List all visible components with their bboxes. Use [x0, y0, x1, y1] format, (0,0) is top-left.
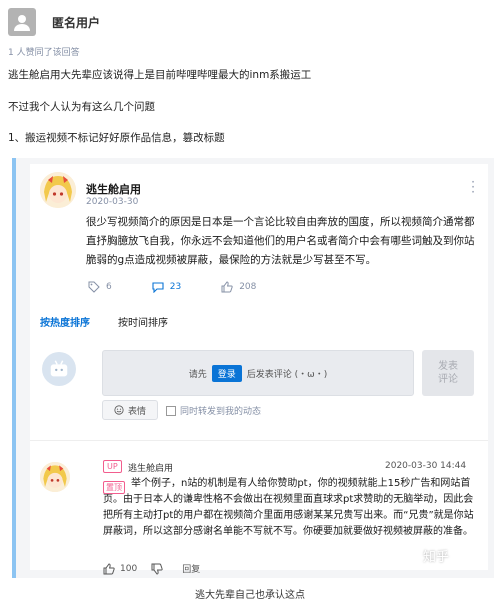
- thumbs-count: 100: [120, 563, 138, 574]
- thumbs-down-icon: [151, 563, 163, 575]
- zhihu-watermark: 知乎: [423, 550, 450, 565]
- user-silhouette-icon: [14, 15, 30, 31]
- repost-checkbox[interactable]: [166, 405, 176, 416]
- divider: [30, 440, 488, 441]
- upvote-count-line: 1 人赞同了该回答: [8, 48, 80, 58]
- thumbs-up-icon: [221, 281, 233, 293]
- comment-body: 很少写视频简介的原因是日本是一个言论比较自由奔放的国度，所以视频简介通常都直抒胸…: [86, 216, 475, 266]
- like-button[interactable]: 6: [88, 281, 112, 293]
- up-badge: UP: [103, 460, 122, 473]
- reply-button[interactable]: 23: [152, 281, 181, 293]
- reply-count: 23: [169, 282, 182, 292]
- post-button-line2: 评论: [438, 374, 458, 385]
- answer-paragraph: 逃生舱启用大先辈应该说得上是目前哔哩哔哩最大的inm系搬运工: [8, 69, 312, 81]
- login-prompt-prefix: 请先: [188, 369, 207, 380]
- comment-body: 举个例子，n站的机制是有人给你赞助pt，你的视频就能上15秒广告和网站首页。由于…: [103, 478, 474, 537]
- sort-tabs: 按热度排序 按时间排序: [40, 314, 196, 329]
- answer-paragraph: 不过我个人认为有这么几个问题: [8, 101, 155, 113]
- thumbs-up-button[interactable]: 100: [103, 562, 138, 575]
- screenshot-left-bar: [12, 158, 16, 578]
- thumbs-count: 208: [239, 282, 257, 292]
- comment-date: 2020-03-30: [86, 197, 139, 207]
- emoji-button[interactable]: 表情: [102, 400, 158, 420]
- author-name: 匿名用户: [52, 15, 101, 30]
- login-prompt-suffix: 后发表评论 (・ω・): [246, 369, 328, 380]
- emoji-label: 表情: [127, 406, 146, 417]
- comment-actions: 6 23 208: [88, 281, 296, 293]
- image-caption: 逃大先辈自己也承认这点: [195, 590, 305, 601]
- pinned-badge: 置顶: [103, 481, 125, 494]
- comment-input[interactable]: 请先 登录 后发表评论 (・ω・): [102, 350, 414, 396]
- tag-icon: [88, 281, 100, 293]
- guest-avatar: [42, 352, 76, 386]
- commenter-avatar[interactable]: [40, 462, 70, 492]
- smiley-icon: [114, 405, 124, 415]
- repost-label: 同时转发到我的动态: [180, 407, 262, 417]
- reply-link[interactable]: 回复: [182, 562, 200, 575]
- answer-paragraph: 1、搬运视频不标记好好原作品信息，篡改标题: [8, 132, 225, 144]
- more-options-icon[interactable]: · · ·: [470, 176, 476, 198]
- answer-author[interactable]: 匿名用户: [8, 8, 100, 36]
- thumbs-down-button[interactable]: [151, 563, 168, 575]
- anime-character-icon: [40, 462, 70, 492]
- post-comment-button[interactable]: 发表 评论: [422, 350, 474, 396]
- anonymous-avatar: [8, 8, 36, 36]
- post-button-line1: 发表: [438, 361, 458, 372]
- login-button[interactable]: 登录: [211, 364, 242, 382]
- thumbs-up-button[interactable]: 208: [221, 281, 256, 293]
- like-count: 6: [106, 282, 112, 292]
- commenter-avatar[interactable]: [40, 172, 76, 208]
- repost-option[interactable]: 同时转发到我的动态: [166, 404, 261, 417]
- commenter-name[interactable]: 逃生舱启用: [128, 461, 173, 474]
- thumbs-up-icon: [103, 562, 115, 574]
- comment-actions: 100 回复: [103, 562, 200, 575]
- comment-bubble-icon: [152, 282, 164, 293]
- tv-robot-icon: [50, 360, 68, 377]
- tab-sort-by-time[interactable]: 按时间排序: [118, 314, 168, 329]
- comment-timestamp: 2020-03-30 14:44: [385, 461, 467, 471]
- anime-character-icon: [40, 172, 76, 208]
- tab-sort-by-hot[interactable]: 按热度排序: [40, 314, 90, 329]
- commenter-name[interactable]: 逃生舱启用: [86, 181, 141, 197]
